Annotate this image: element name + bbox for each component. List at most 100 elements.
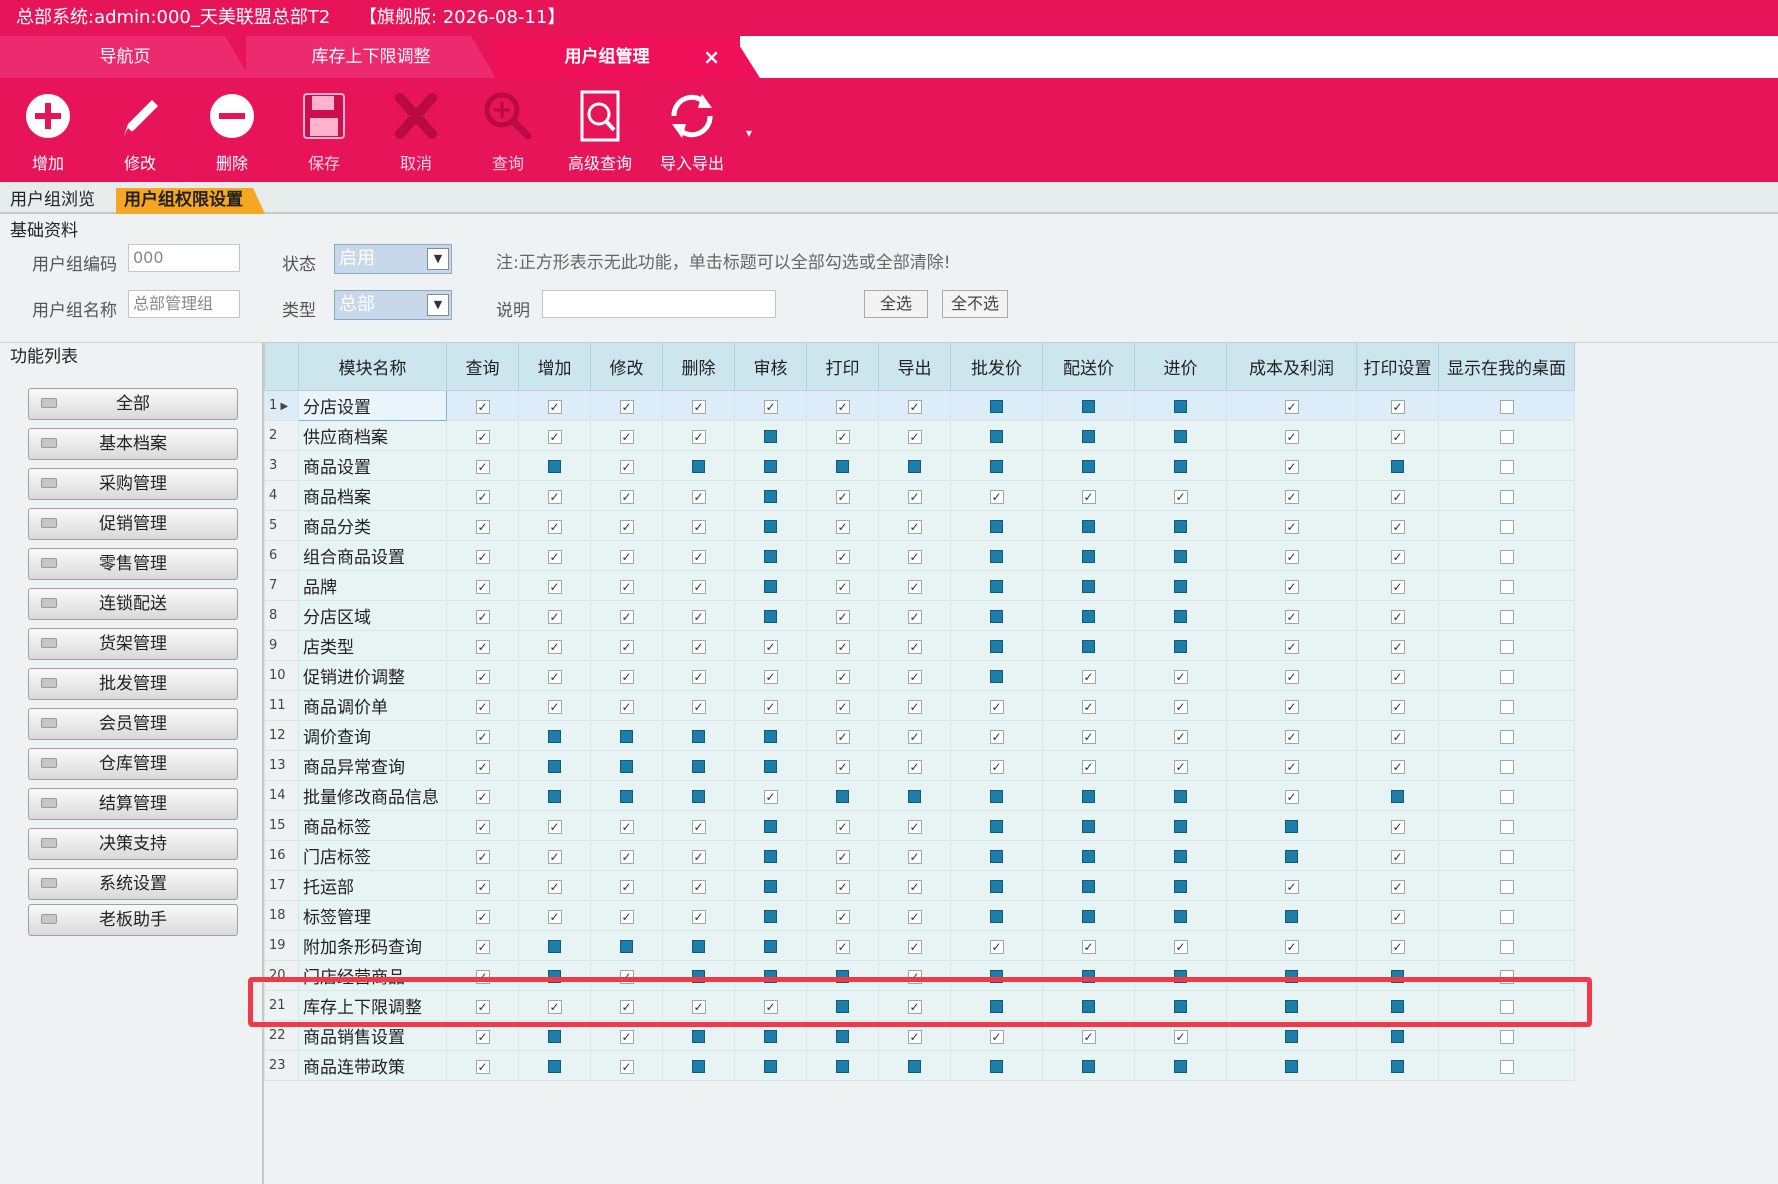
permission-cell[interactable] — [734, 900, 807, 931]
permission-cell[interactable] — [806, 570, 879, 601]
checked-checkbox[interactable] — [1284, 549, 1299, 564]
permission-cell[interactable] — [1438, 1050, 1575, 1081]
permission-cell[interactable] — [1438, 840, 1575, 871]
permission-cell[interactable] — [806, 480, 879, 511]
module-name-cell[interactable]: 商品标签 — [298, 810, 447, 841]
checked-checkbox[interactable] — [835, 939, 850, 954]
permission-cell[interactable] — [518, 570, 591, 601]
checked-checkbox[interactable] — [835, 579, 850, 594]
checked-checkbox[interactable] — [475, 1059, 490, 1074]
checked-checkbox[interactable] — [619, 609, 634, 624]
edit-button[interactable]: 修改 — [100, 88, 180, 180]
permission-cell[interactable] — [662, 750, 735, 781]
checked-checkbox[interactable] — [619, 519, 634, 534]
checked-checkbox[interactable] — [1284, 429, 1299, 444]
table-row[interactable]: 14 批量修改商品信息 — [264, 780, 1575, 811]
permission-cell[interactable] — [1438, 690, 1575, 721]
checked-checkbox[interactable] — [547, 639, 562, 654]
permission-cell[interactable] — [878, 570, 951, 601]
permission-cell[interactable] — [662, 840, 735, 871]
module-name-cell[interactable]: 店类型 — [298, 630, 447, 661]
table-row[interactable]: 9 店类型 — [264, 630, 1575, 661]
checked-checkbox[interactable] — [547, 579, 562, 594]
module-name-cell[interactable]: 托运部 — [298, 870, 447, 901]
permission-cell[interactable] — [1438, 780, 1575, 811]
checked-checkbox[interactable] — [907, 849, 922, 864]
permission-cell[interactable] — [1438, 450, 1575, 481]
permission-cell[interactable] — [1226, 780, 1357, 811]
permission-cell[interactable] — [1042, 510, 1135, 541]
permission-cell[interactable] — [806, 870, 879, 901]
permission-cell[interactable] — [1134, 690, 1227, 721]
permission-cell[interactable] — [950, 810, 1043, 841]
permission-cell[interactable] — [806, 540, 879, 571]
checked-checkbox[interactable] — [763, 789, 778, 804]
column-header[interactable]: 进价 — [1134, 342, 1227, 391]
permission-cell[interactable] — [1356, 450, 1439, 481]
module-name-cell[interactable]: 商品分类 — [298, 510, 447, 541]
permission-cell[interactable] — [1042, 600, 1135, 631]
checked-checkbox[interactable] — [835, 609, 850, 624]
permission-cell[interactable] — [590, 690, 663, 721]
permission-cell[interactable] — [1356, 510, 1439, 541]
permission-cell[interactable] — [1134, 870, 1227, 901]
unchecked-checkbox[interactable] — [1499, 939, 1514, 954]
permission-cell[interactable] — [1226, 540, 1357, 571]
permission-cell[interactable] — [1356, 840, 1439, 871]
checked-checkbox[interactable] — [907, 639, 922, 654]
table-row[interactable]: 18 标签管理 — [264, 900, 1575, 931]
permission-cell[interactable] — [806, 1050, 879, 1081]
checked-checkbox[interactable] — [835, 669, 850, 684]
permission-cell[interactable] — [1134, 570, 1227, 601]
status-select[interactable]: 启用 ▼ — [334, 244, 452, 274]
permission-cell[interactable] — [1226, 600, 1357, 631]
checked-checkbox[interactable] — [619, 1059, 634, 1074]
permission-cell[interactable] — [662, 900, 735, 931]
permission-cell[interactable] — [950, 660, 1043, 691]
permission-cell[interactable] — [1226, 930, 1357, 961]
permission-cell[interactable] — [662, 690, 735, 721]
permission-cell[interactable] — [878, 930, 951, 961]
checked-checkbox[interactable] — [1081, 729, 1096, 744]
permission-cell[interactable] — [734, 840, 807, 871]
checked-checkbox[interactable] — [1284, 399, 1299, 414]
table-row[interactable]: 16 门店标签 — [264, 840, 1575, 871]
sidebar-item[interactable]: 全部 — [28, 388, 238, 420]
sidebar-item[interactable]: 仓库管理 — [28, 748, 238, 780]
permission-cell[interactable] — [1226, 570, 1357, 601]
permission-cell[interactable] — [878, 780, 951, 811]
permission-cell[interactable] — [662, 450, 735, 481]
column-header[interactable]: 打印设置 — [1356, 342, 1439, 391]
sidebar-item[interactable]: 采购管理 — [28, 468, 238, 500]
checked-checkbox[interactable] — [763, 699, 778, 714]
permission-cell[interactable] — [950, 780, 1043, 811]
permission-cell[interactable] — [446, 720, 519, 751]
tab-stock-limit-adjust[interactable]: 库存上下限调整 — [246, 36, 496, 78]
permission-cell[interactable] — [950, 420, 1043, 451]
checked-checkbox[interactable] — [547, 819, 562, 834]
permission-cell[interactable] — [1042, 750, 1135, 781]
checked-checkbox[interactable] — [835, 399, 850, 414]
permission-cell[interactable] — [950, 690, 1043, 721]
checked-checkbox[interactable] — [835, 909, 850, 924]
permission-cell[interactable] — [1042, 540, 1135, 571]
column-header[interactable]: 打印 — [806, 342, 879, 391]
checked-checkbox[interactable] — [475, 819, 490, 834]
permission-cell[interactable] — [1042, 720, 1135, 751]
permission-cell[interactable] — [950, 480, 1043, 511]
permission-cell[interactable] — [734, 480, 807, 511]
table-row[interactable]: 23 商品连带政策 — [264, 1050, 1575, 1081]
permission-cell[interactable] — [1226, 510, 1357, 541]
permission-cell[interactable] — [806, 600, 879, 631]
permission-cell[interactable] — [446, 780, 519, 811]
permission-cell[interactable] — [950, 870, 1043, 901]
module-name-cell[interactable]: 商品设置 — [298, 450, 447, 481]
column-header[interactable]: 配送价 — [1042, 342, 1135, 391]
permission-cell[interactable] — [1226, 390, 1357, 421]
checked-checkbox[interactable] — [907, 429, 922, 444]
permission-cell[interactable] — [1356, 1050, 1439, 1081]
permission-cell[interactable] — [446, 690, 519, 721]
permission-cell[interactable] — [518, 630, 591, 661]
permission-cell[interactable] — [590, 600, 663, 631]
column-header[interactable]: 查询 — [446, 342, 519, 391]
